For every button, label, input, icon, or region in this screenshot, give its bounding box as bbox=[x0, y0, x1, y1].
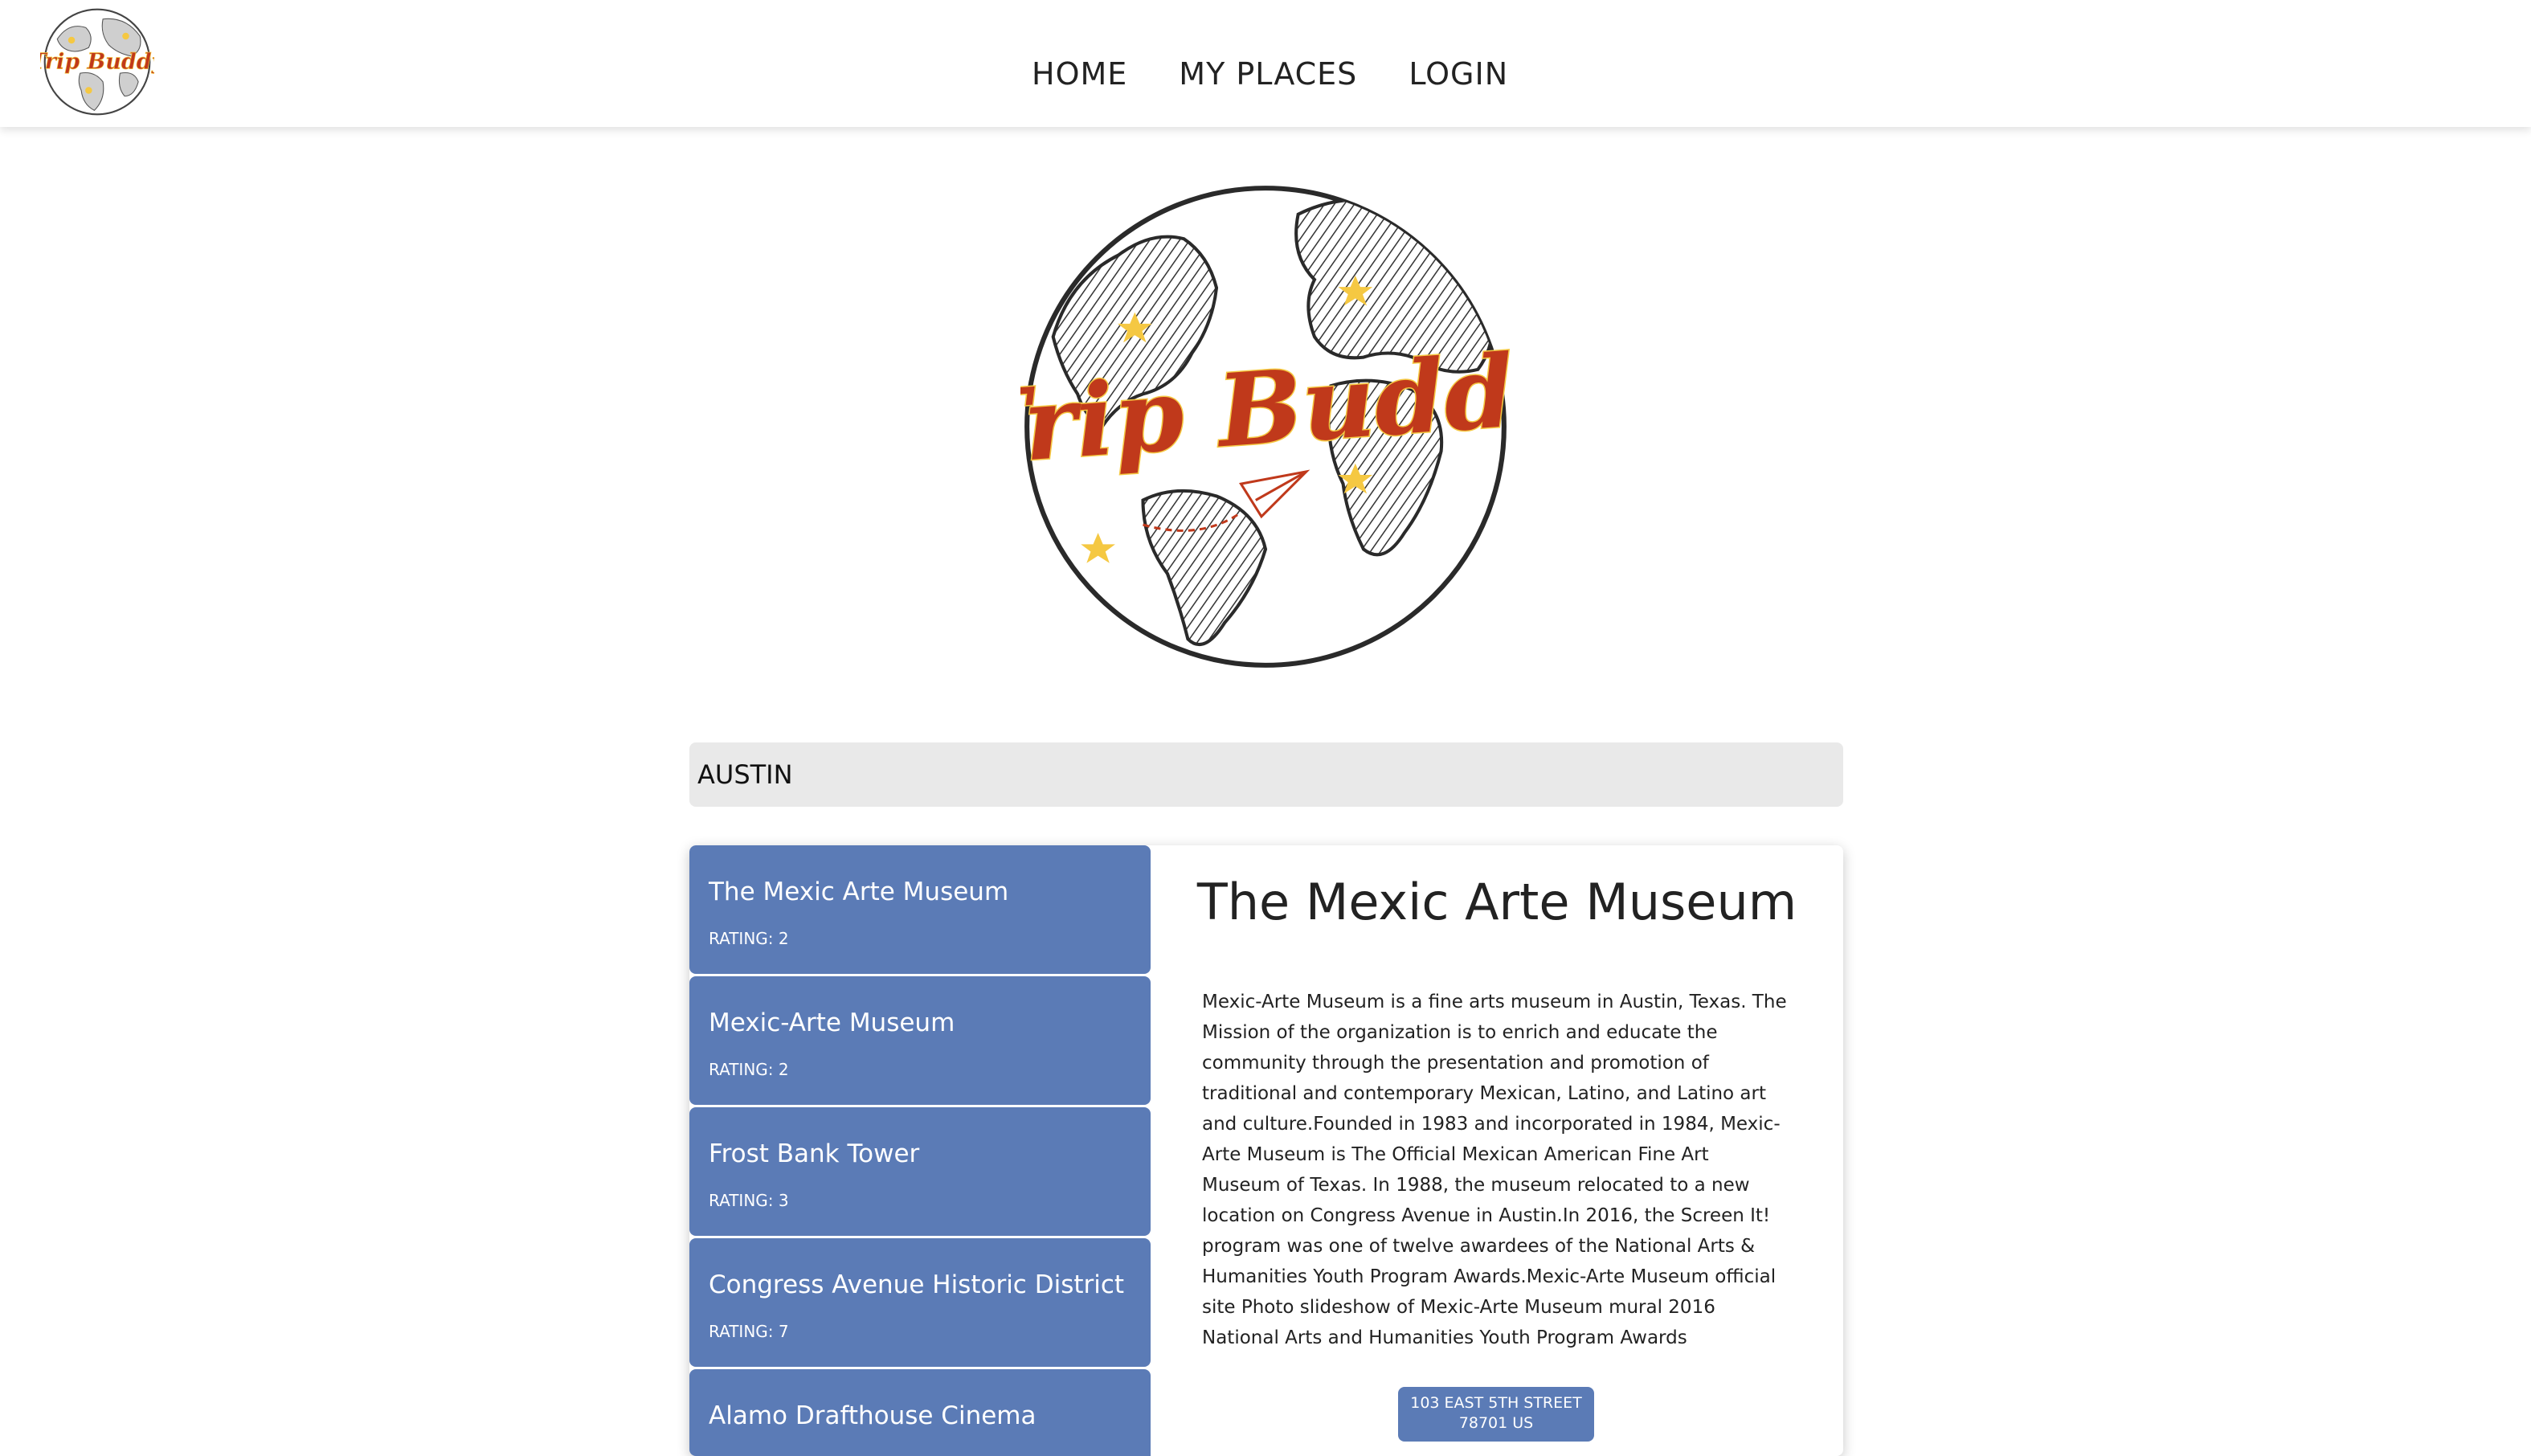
place-list: The Mexic Arte Museum RATING: 2 Mexic-Ar… bbox=[689, 845, 1151, 1456]
search-input[interactable] bbox=[696, 759, 1837, 791]
nav-login-link[interactable]: LOGIN bbox=[1409, 56, 1508, 92]
list-item[interactable]: Mexic-Arte Museum RATING: 2 bbox=[689, 976, 1151, 1105]
list-item[interactable]: The Mexic Arte Museum RATING: 2 bbox=[689, 845, 1151, 974]
place-detail: The Mexic Arte Museum Mexic-Arte Museum … bbox=[1151, 845, 1843, 1456]
detail-description: Mexic-Arte Museum is a fine arts museum … bbox=[1202, 992, 1787, 1348]
place-name: Mexic-Arte Museum bbox=[709, 1008, 955, 1037]
place-name: Frost Bank Tower bbox=[709, 1139, 920, 1168]
hero-globe-logo: Trip Buddy bbox=[1020, 186, 1511, 668]
place-name: Alamo Drafthouse Cinema bbox=[709, 1401, 1037, 1430]
detail-title: The Mexic Arte Museum bbox=[1196, 873, 1797, 931]
results-panel: The Mexic Arte Museum RATING: 2 Mexic-Ar… bbox=[689, 845, 1843, 1456]
trip-buddy-logo[interactable]: Trip Buddy bbox=[40, 5, 154, 119]
list-item[interactable]: Congress Avenue Historic District RATING… bbox=[689, 1238, 1151, 1367]
place-rating: RATING: 3 bbox=[709, 1191, 789, 1210]
header-logo-text: Trip Buddy bbox=[40, 50, 154, 75]
main-nav: HOME MY PLACES LOGIN bbox=[1032, 56, 1508, 92]
place-rating: RATING: 2 bbox=[709, 1060, 789, 1079]
address-line-1: 103 EAST 5TH STREET bbox=[1410, 1394, 1582, 1412]
place-rating: RATING: 2 bbox=[709, 929, 789, 948]
nav-my-places-link[interactable]: MY PLACES bbox=[1179, 56, 1357, 92]
address-button[interactable]: 103 EAST 5TH STREET 78701 US bbox=[1398, 1387, 1594, 1442]
address-line-2: 78701 US bbox=[1458, 1414, 1534, 1432]
list-item[interactable]: Frost Bank Tower RATING: 3 bbox=[689, 1107, 1151, 1236]
list-item[interactable]: Alamo Drafthouse Cinema bbox=[689, 1369, 1151, 1456]
place-rating: RATING: 7 bbox=[709, 1322, 789, 1341]
site-header: Trip Buddy HOME MY PLACES LOGIN bbox=[0, 0, 2531, 127]
place-name: Congress Avenue Historic District bbox=[709, 1270, 1125, 1299]
nav-home-link[interactable]: HOME bbox=[1032, 56, 1127, 92]
place-name: The Mexic Arte Museum bbox=[709, 877, 1009, 906]
search-bar bbox=[689, 742, 1843, 807]
